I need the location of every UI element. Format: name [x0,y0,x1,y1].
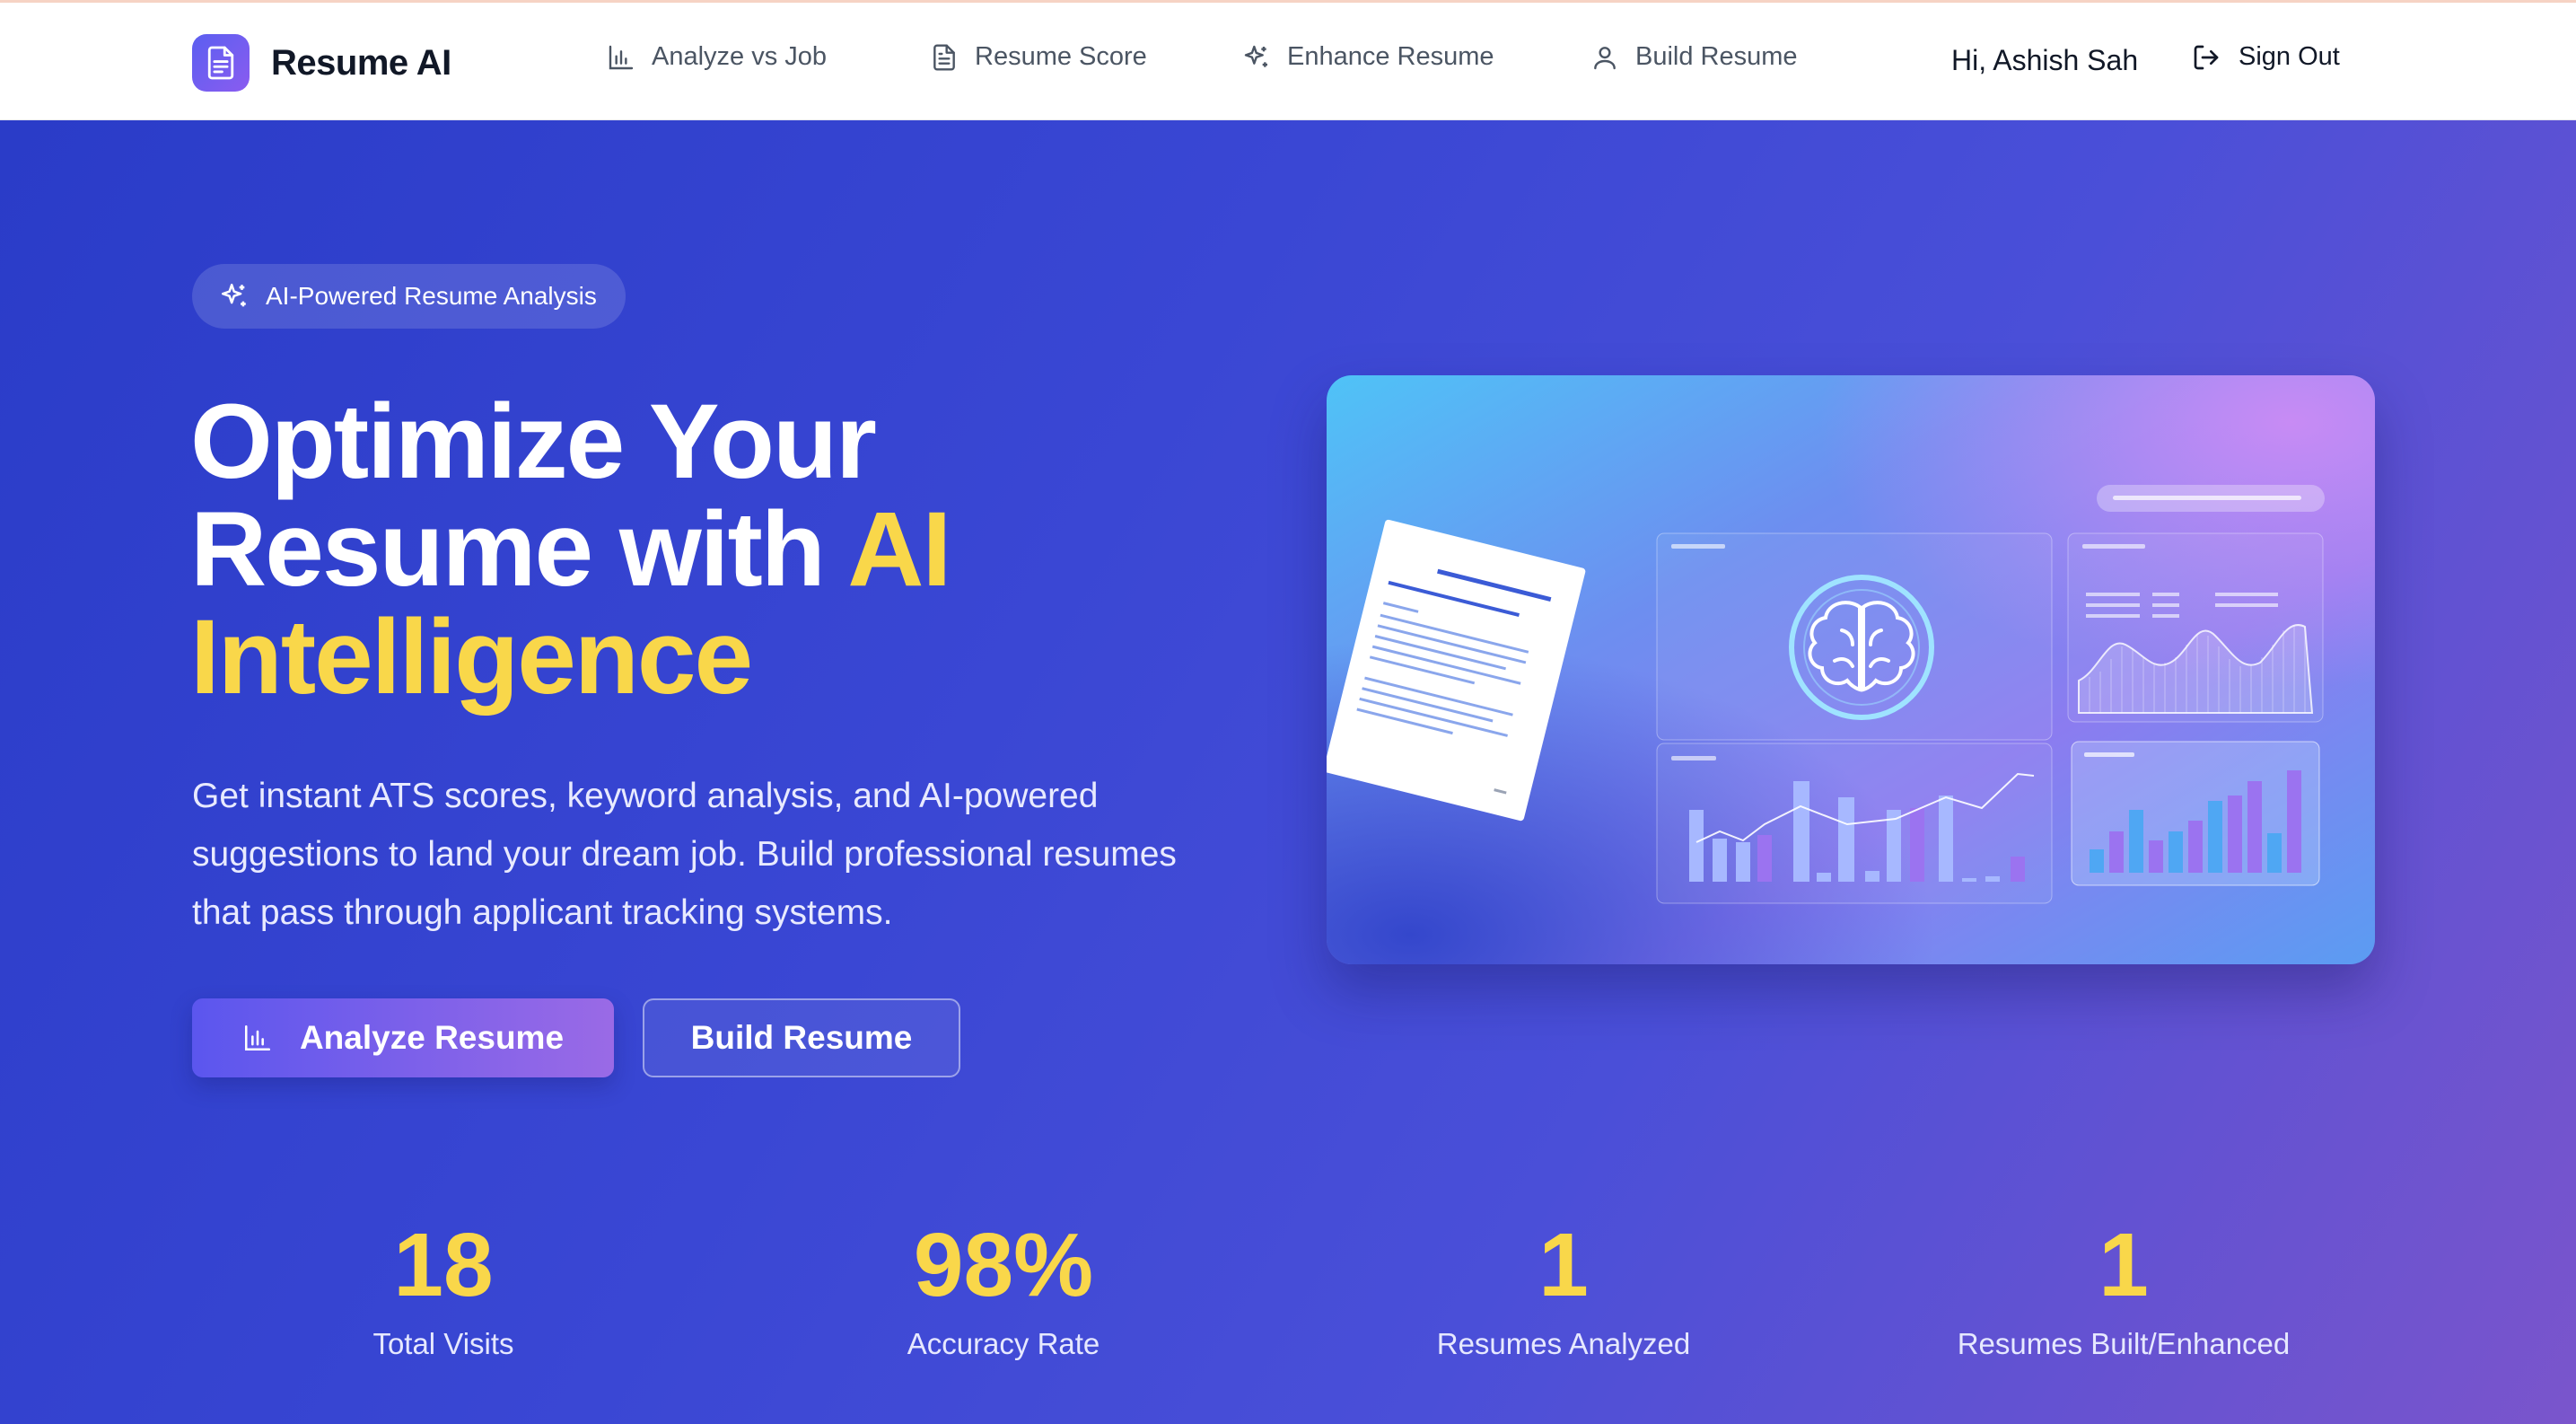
bar-chart-icon [244,1024,270,1051]
brand-name: Resume AI [271,42,451,83]
stat-value: 1 [1538,1215,1589,1315]
stat-accuracy-rate: 98% Accuracy Rate [779,1216,1228,1361]
brand[interactable]: Resume AI [192,34,451,92]
ai-badge: AI-Powered Resume Analysis [192,264,626,329]
stat-label: Resumes Built/Enhanced [1957,1327,2291,1360]
headline-line-1: Optimize Your [190,382,877,501]
sign-out-button[interactable]: Sign Out [2192,42,2340,72]
user-icon [1594,46,1616,69]
nav-resume-score[interactable]: Resume Score [930,42,1147,72]
stat-value: 98% [913,1215,1094,1315]
analyze-resume-button[interactable]: Analyze Resume [192,998,614,1077]
stat-resumes-analyzed: 1 Resumes Analyzed [1339,1216,1788,1361]
headline-line-2: Resume with [190,490,848,609]
nav-analyze-vs-job[interactable]: Analyze vs Job [607,42,827,72]
nav-build-resume[interactable]: Build Resume [1590,42,1798,72]
ai-badge-label: AI-Powered Resume Analysis [266,282,597,310]
build-resume-button[interactable]: Build Resume [643,998,960,1077]
hero-section: AI-Powered Resume Analysis Optimize Your… [0,120,2576,1424]
document-icon [933,43,955,71]
stat-value: 1 [2098,1215,2149,1315]
nav-enhance-resume-label: Enhance Resume [1287,42,1494,71]
resume-logo-icon [192,34,250,92]
sparkles-icon [221,283,246,307]
hero-subtitle: Get instant ATS scores, keyword analysis… [192,777,1177,932]
bar-chart-icon [609,45,634,69]
analyze-resume-label: Analyze Resume [299,1019,565,1056]
stat-resumes-built: 1 Resumes Built/Enhanced [1899,1216,2348,1361]
nav-analyze-vs-job-label: Analyze vs Job [652,42,828,71]
stat-total-visits: 18 Total Visits [219,1216,668,1361]
user-greeting: Hi, Ashish Sah [1951,44,2139,76]
nav-build-resume-label: Build Resume [1635,42,1798,71]
top-navbar: Resume AI Analyze vs Job Resume Score En… [0,0,2576,120]
stat-value: 18 [393,1215,494,1315]
sparkles-icon [1244,45,1267,67]
nav-enhance-resume[interactable]: Enhance Resume [1242,42,1494,72]
stat-label: Resumes Analyzed [1436,1327,1691,1360]
stat-label: Total Visits [372,1327,514,1360]
dashboard-illustration [1327,375,2375,964]
log-out-icon [2194,45,2219,69]
headline-highlight-intelligence: Intelligence [190,598,753,716]
nav-resume-score-label: Resume Score [975,42,1147,71]
hero-headline: Optimize Your Resume with AI Intelligenc… [190,388,1267,711]
sign-out-label: Sign Out [2239,42,2340,71]
stat-label: Accuracy Rate [907,1327,1100,1360]
build-resume-label: Build Resume [690,1019,913,1056]
headline-highlight-ai: AI [847,490,951,609]
